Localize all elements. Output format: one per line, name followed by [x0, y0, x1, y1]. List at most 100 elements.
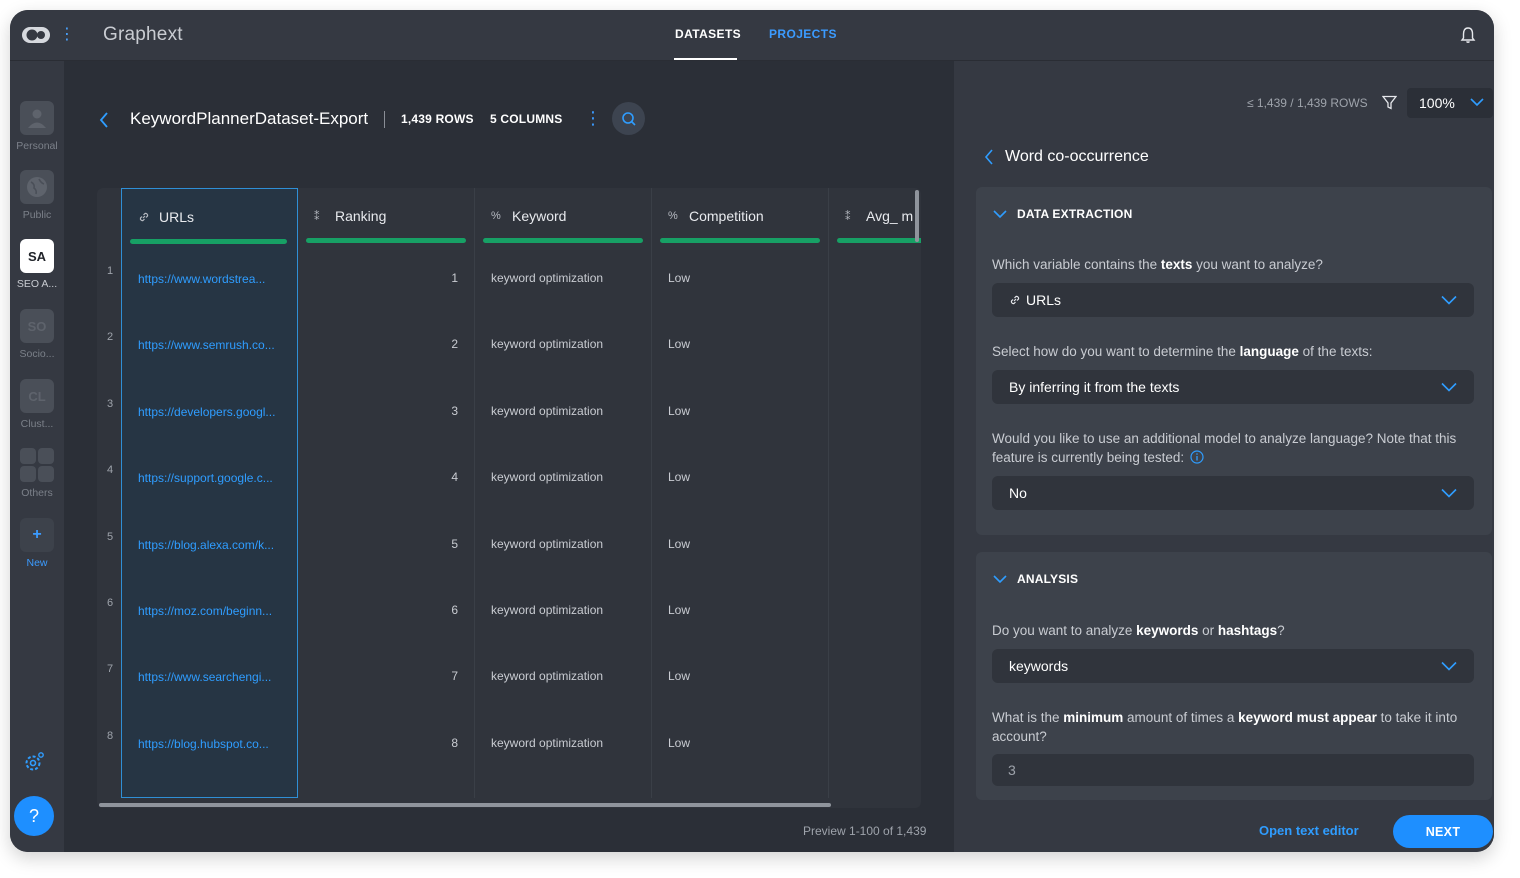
column-avg[interactable]: ⁑ Avg_ m — [829, 188, 921, 798]
rail-item-seo[interactable]: SA SEO A... — [10, 239, 64, 290]
rail-item-label: Clust... — [20, 418, 54, 430]
chevron-down-icon[interactable] — [993, 574, 1007, 584]
column-quality-bar — [483, 238, 643, 243]
rail-item-new[interactable]: + New — [10, 518, 64, 569]
section-title[interactable]: ANALYSIS — [1017, 572, 1078, 586]
select-value: No — [1009, 485, 1027, 501]
rail-item-personal[interactable]: Personal — [10, 101, 64, 152]
text-variable-select[interactable]: URLs — [992, 283, 1474, 317]
column-ranking[interactable]: ⁑ Ranking 1 2 3 4 5 6 7 8 — [298, 188, 475, 798]
table-cell-url[interactable]: https://blog.alexa.com/k... — [138, 538, 274, 552]
table-cell-competition: Low — [668, 337, 691, 352]
data-table: 1 2 3 4 5 6 7 8 URLs https://www.wordstrea... ht… — [97, 188, 921, 808]
settings-gear-icon[interactable] — [23, 751, 45, 773]
app-title: Graphext — [103, 24, 183, 45]
row-count: 1,439 ROWS — [401, 112, 474, 126]
back-chevron-icon[interactable] — [98, 111, 110, 129]
keywords-hashtags-select[interactable]: keywords — [992, 649, 1474, 683]
analysis-panel: ≤ 1,439 / 1,439 ROWS 100% Word co-occurr… — [954, 61, 1494, 852]
column-header[interactable]: % Competition — [652, 188, 828, 246]
table-cell-competition: Low — [668, 271, 691, 285]
dataset-title: KeywordPlannerDataset-Export — [130, 109, 369, 128]
language-question: Select how do you want to determine the … — [992, 344, 1373, 359]
bell-icon[interactable] — [1460, 26, 1476, 44]
search-button[interactable] — [612, 102, 645, 135]
preview-count: Preview 1-100 of 1,439 — [803, 824, 927, 838]
rail-item-label: SEO A... — [16, 278, 58, 290]
table-cell-ranking: 5 — [451, 536, 458, 551]
table-cell-competition: Low — [668, 735, 691, 750]
table-cell-url[interactable]: https://support.google.c... — [138, 471, 273, 485]
rail-item-public[interactable]: Public — [10, 170, 64, 221]
number-icon: ⁑ — [845, 211, 851, 223]
chevron-down-icon — [1470, 98, 1484, 107]
tab-datasets-underline — [674, 58, 737, 60]
rail-item-label: Personal — [16, 140, 58, 152]
zoom-select[interactable]: 100% — [1407, 88, 1493, 118]
column-keyword[interactable]: % Keyword keyword optimization keyword op… — [475, 188, 652, 798]
rail-item-label: Others — [21, 487, 53, 499]
table-cell-keyword: keyword optimization — [491, 536, 604, 551]
table-cell-url[interactable]: https://www.wordstrea... — [138, 272, 265, 286]
graphext-logo-icon[interactable] — [21, 25, 51, 45]
table-cell-ranking: 3 — [451, 403, 458, 418]
rail-item-clust[interactable]: CL Clust... — [10, 379, 64, 430]
column-quality-bar — [660, 238, 820, 243]
title-divider — [384, 111, 385, 128]
dataset-menu-kebab-icon[interactable]: ⋮ — [584, 109, 602, 127]
info-icon[interactable] — [1190, 450, 1204, 464]
workspace-badge: CL — [20, 379, 54, 413]
column-count: 5 COLUMNS — [490, 112, 563, 126]
table-cell-keyword: keyword optimization — [491, 603, 604, 617]
tab-datasets[interactable]: DATASETS — [675, 27, 741, 41]
row-number: 6 — [107, 597, 114, 609]
column-header[interactable]: ⁑ Avg_ m — [829, 188, 921, 246]
table-cell-url[interactable]: https://developers.googl... — [138, 405, 275, 419]
keywords-hashtags-question: Do you want to analyze keywords or hasht… — [992, 623, 1285, 638]
table-cell-url[interactable]: https://www.searchengi... — [138, 670, 271, 684]
table-cell-url[interactable]: https://www.semrush.co... — [138, 338, 275, 352]
row-number: 7 — [107, 663, 114, 676]
top-bar: ⋮ Graphext DATASETS PROJECTS — [10, 10, 1494, 61]
horizontal-scrollbar[interactable] — [99, 803, 831, 807]
column-header[interactable]: ⁑ Ranking — [298, 188, 474, 246]
section-title[interactable]: DATA EXTRACTION — [1017, 207, 1132, 221]
column-quality-bar — [837, 238, 921, 243]
chevron-down-icon — [1441, 295, 1457, 305]
language-model-select[interactable]: No — [992, 476, 1474, 510]
workspace-badge: SA — [20, 239, 54, 273]
help-button[interactable]: ? — [14, 796, 54, 836]
row-number: 5 — [107, 530, 114, 543]
app-menu-kebab-icon[interactable]: ⋮ — [59, 26, 75, 44]
tab-projects[interactable]: PROJECTS — [769, 27, 837, 41]
filter-icon[interactable] — [1382, 95, 1397, 110]
table-cell-keyword: keyword optimization — [491, 669, 604, 684]
select-value: URLs — [1009, 292, 1061, 308]
column-urls[interactable]: URLs https://www.wordstrea... https://www… — [121, 188, 298, 798]
workspace-rail: Personal Public SA SEO A... SO Socio... … — [10, 61, 64, 852]
chevron-down-icon — [1441, 661, 1457, 671]
vertical-scrollbar[interactable] — [915, 190, 919, 242]
table-cell-url[interactable]: https://blog.hubspot.co... — [138, 737, 269, 751]
row-number: 8 — [107, 729, 114, 742]
rail-item-socio[interactable]: SO Socio... — [10, 309, 64, 360]
next-button[interactable]: NEXT — [1393, 815, 1493, 848]
table-cell-competition: Low — [668, 470, 691, 485]
column-header[interactable]: % Keyword — [475, 188, 651, 246]
row-number: 1 — [107, 265, 114, 277]
language-select[interactable]: By inferring it from the texts — [992, 370, 1474, 404]
minimum-count-question: What is the minimum amount of times a ke… — [992, 710, 1458, 744]
rail-item-others[interactable]: Others — [10, 448, 64, 499]
column-competition[interactable]: % Competition Low Low Low Low Low Low Low Low — [652, 188, 829, 798]
app-window: ⋮ Graphext DATASETS PROJECTS Personal Pu… — [10, 10, 1494, 852]
rail-item-label: Public — [22, 209, 52, 221]
category-icon: % — [491, 210, 501, 222]
table-cell-url[interactable]: https://moz.com/beginn... — [138, 604, 272, 618]
column-header[interactable]: URLs — [122, 189, 297, 247]
column-title: Avg_ m — [866, 208, 914, 224]
minimum-count-input[interactable]: 3 — [992, 754, 1474, 786]
chevron-down-icon[interactable] — [993, 209, 1007, 219]
workspace-badge: SO — [20, 309, 54, 343]
open-text-editor-link[interactable]: Open text editor — [1259, 823, 1359, 838]
back-chevron-icon[interactable] — [984, 149, 994, 165]
